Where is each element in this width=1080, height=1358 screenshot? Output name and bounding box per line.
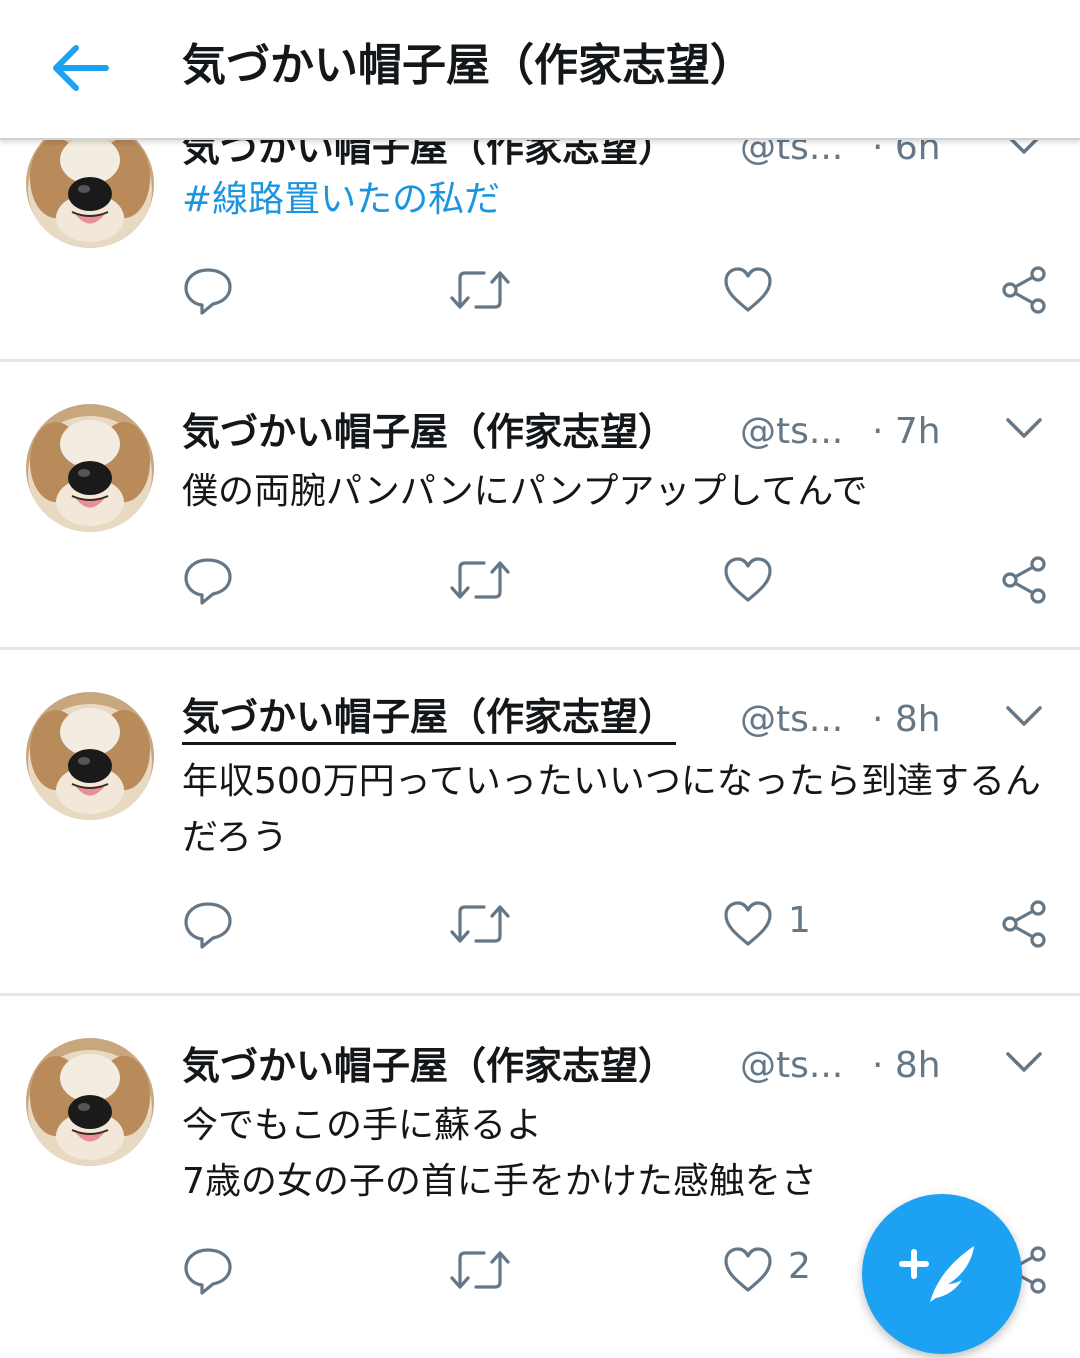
retweet-icon: [448, 1244, 512, 1296]
author-handle: @ts...: [740, 699, 844, 740]
tweet-actions: [182, 548, 1062, 612]
reply-button[interactable]: [182, 258, 242, 322]
reply-icon: [182, 264, 234, 316]
compose-tweet-button[interactable]: [862, 1194, 1022, 1354]
tweet-timestamp: · 8h: [872, 1045, 941, 1086]
retweet-button[interactable]: [448, 892, 518, 956]
tweet-text: 年収500万円っていったいいつになったら到達するんだろう: [182, 761, 1041, 858]
retweet-button[interactable]: [448, 258, 518, 322]
tweet-header: 気づかい帽子屋（作家志望） @ts... · 8h: [182, 1038, 1062, 1094]
share-icon: [998, 898, 1050, 950]
top-app-bar: 気づかい帽子屋（作家志望）: [0, 0, 1080, 140]
author-handle: @ts...: [740, 411, 844, 452]
tweet-hashtag-link[interactable]: #線路置いたの私だ: [182, 172, 1062, 228]
tweet-header: 気づかい帽子屋（作家志望） @ts... · 7h: [182, 404, 1062, 460]
tweet-menu-button[interactable]: [1002, 412, 1046, 448]
like-button[interactable]: [722, 258, 842, 322]
tweet-actions: 1: [182, 892, 1062, 956]
heart-icon: [722, 554, 774, 606]
tweet-card[interactable]: 気づかい帽子屋（作家志望） @ts... · 8h 年収500万円っていったいい…: [0, 650, 1080, 996]
author-name[interactable]: 気づかい帽子屋（作家志望）: [182, 1038, 676, 1094]
retweet-icon: [448, 554, 512, 606]
tweet-text: 僕の両腕パンパンにパンプアップしてんで: [182, 471, 868, 512]
reply-icon: [182, 1244, 234, 1296]
reply-button[interactable]: [182, 548, 242, 612]
like-count: 2: [788, 1246, 811, 1287]
tweet-timestamp: · 8h: [872, 699, 941, 740]
share-button[interactable]: [998, 258, 1054, 322]
retweet-icon: [448, 898, 512, 950]
tweet-menu-button[interactable]: [1002, 1046, 1046, 1082]
share-button[interactable]: [998, 892, 1054, 956]
back-button[interactable]: [46, 36, 116, 100]
tweet-header: 気づかい帽子屋（作家志望） @ts... · 8h: [182, 692, 1062, 748]
reply-icon: [182, 554, 234, 606]
retweet-icon: [448, 264, 512, 316]
share-icon: [998, 554, 1050, 606]
retweet-button[interactable]: [448, 1238, 518, 1302]
share-icon: [998, 264, 1050, 316]
avatar[interactable]: [26, 1038, 154, 1166]
arrow-left-icon: [53, 45, 109, 91]
like-button[interactable]: 2: [722, 1238, 842, 1302]
author-name[interactable]: 気づかい帽子屋（作家志望）: [182, 692, 677, 745]
author-handle: @ts...: [740, 1045, 844, 1086]
compose-tweet-icon: [899, 1246, 974, 1302]
author-name[interactable]: 気づかい帽子屋（作家志望）: [182, 404, 676, 460]
like-button[interactable]: 1: [722, 892, 842, 956]
reply-button[interactable]: [182, 1238, 242, 1302]
heart-icon: [722, 1244, 774, 1296]
like-button[interactable]: [722, 548, 842, 612]
reply-button[interactable]: [182, 892, 242, 956]
tweet-menu-button[interactable]: [1002, 700, 1046, 736]
heart-icon: [722, 264, 774, 316]
page-title: 気づかい帽子屋（作家志望）: [182, 40, 754, 91]
chevron-down-icon: [1002, 700, 1046, 736]
avatar[interactable]: [26, 404, 154, 532]
heart-icon: [722, 898, 774, 950]
like-count: 1: [788, 900, 811, 941]
tweet-actions: [182, 258, 1062, 322]
share-button[interactable]: [998, 548, 1054, 612]
tweet-timestamp: · 7h: [872, 411, 941, 452]
chevron-down-icon: [1002, 1046, 1046, 1082]
avatar[interactable]: [26, 692, 154, 820]
tweet-card[interactable]: 気づかい帽子屋（作家志望） @ts... · 7h 僕の両腕パンパンにパンプアッ…: [0, 362, 1080, 650]
reply-icon: [182, 898, 234, 950]
retweet-button[interactable]: [448, 548, 518, 612]
chevron-down-icon: [1002, 412, 1046, 448]
